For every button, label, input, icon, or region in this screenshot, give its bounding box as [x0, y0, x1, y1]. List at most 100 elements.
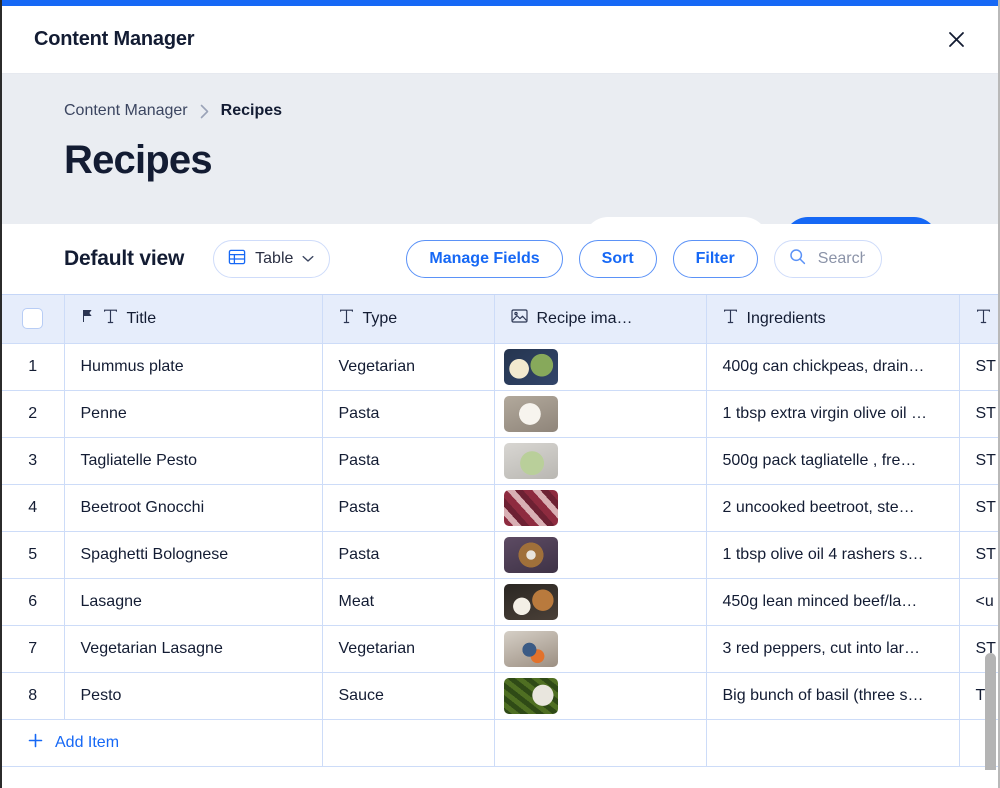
cell-type[interactable]: Pasta	[322, 437, 495, 485]
sort-button[interactable]: Sort	[578, 240, 657, 278]
table-row[interactable]: 4 Beetroot Gnocchi Pasta 2 uncooked beet…	[2, 484, 998, 532]
cell-next[interactable]: ST	[959, 390, 998, 438]
hummus-plate-thumbnail	[503, 348, 558, 385]
cell-recipe-image[interactable]	[494, 531, 707, 579]
column-header-type-label: Type	[362, 309, 398, 327]
cell-type[interactable]: Vegetarian	[322, 625, 495, 673]
cell-recipe-image[interactable]	[494, 343, 707, 391]
page-header: Content Manager Recipes Recipes More Act…	[2, 74, 998, 265]
column-header-ingredients[interactable]: Ingredients	[706, 295, 960, 344]
add-item-filler	[494, 719, 707, 767]
cell-title[interactable]: Tagliatelle Pesto	[64, 437, 323, 485]
breadcrumb-parent[interactable]: Content Manager	[64, 102, 188, 120]
cell-ingredients[interactable]: 500g pack tagliatelle , fre…	[706, 437, 960, 485]
cell-type[interactable]: Pasta	[322, 390, 495, 438]
cell-ingredients[interactable]: 2 uncooked beetroot, ste…	[706, 484, 960, 532]
view-type-selector[interactable]: Table	[213, 240, 331, 278]
select-all-checkbox[interactable]	[22, 308, 44, 330]
cell-ingredients[interactable]: 1 tbsp olive oil 4 rashers s…	[706, 531, 960, 579]
cell-next[interactable]: <u	[959, 578, 998, 626]
breadcrumb-current: Recipes	[220, 102, 283, 119]
column-header-recipe-image-label: Recipe ima…	[536, 309, 633, 327]
cell-next[interactable]: ST	[959, 343, 998, 391]
table-row[interactable]: 8 Pesto Sauce Big bunch of basil (three …	[2, 672, 998, 720]
page-title: Recipes	[64, 138, 213, 182]
search-box[interactable]	[773, 240, 882, 278]
add-item-filler	[322, 719, 495, 767]
vertical-scrollbar[interactable]	[985, 653, 996, 770]
cell-recipe-image[interactable]	[494, 484, 707, 532]
chevron-down-icon	[302, 250, 314, 268]
column-header-title-label: Title	[126, 309, 157, 327]
search-icon	[789, 248, 806, 270]
close-icon[interactable]	[938, 22, 974, 58]
cell-recipe-image[interactable]	[494, 437, 707, 485]
text-field-icon	[976, 309, 991, 329]
plus-icon	[28, 733, 43, 752]
add-item-cell[interactable]: Add Item	[2, 719, 323, 767]
cell-recipe-image[interactable]	[494, 672, 707, 720]
cell-title[interactable]: Pesto	[64, 672, 323, 720]
cell-ingredients[interactable]: 400g can chickpeas, drain…	[706, 343, 960, 391]
content-manager-window: Content Manager Content Manager Recipes …	[0, 0, 1000, 788]
search-input[interactable]	[815, 249, 867, 269]
text-field-icon	[103, 309, 118, 329]
row-number: 5	[2, 531, 65, 579]
cell-title[interactable]: Penne	[64, 390, 323, 438]
manage-fields-button[interactable]: Manage Fields	[406, 240, 563, 278]
table-row[interactable]: 6 Lasagne Meat 450g lean minced beef/la……	[2, 578, 998, 626]
cell-title[interactable]: Spaghetti Bolognese	[64, 531, 323, 579]
row-number: 7	[2, 625, 65, 673]
cell-title[interactable]: Vegetarian Lasagne	[64, 625, 323, 673]
cell-type[interactable]: Sauce	[322, 672, 495, 720]
flag-icon	[81, 309, 94, 328]
cell-ingredients[interactable]: Big bunch of basil (three s…	[706, 672, 960, 720]
cell-title[interactable]: Beetroot Gnocchi	[64, 484, 323, 532]
lasagne-thumbnail	[503, 583, 558, 620]
table-row[interactable]: 3 Tagliatelle Pesto Pasta 500g pack tagl…	[2, 437, 998, 485]
view-toolbar: Default view Table Manage Fields Sort Fi…	[2, 224, 998, 294]
row-number: 8	[2, 672, 65, 720]
table-icon	[228, 248, 246, 271]
column-header-ingredients-label: Ingredients	[746, 309, 826, 327]
add-item-row[interactable]: Add Item	[2, 719, 998, 767]
tagliatelle-pesto-thumbnail	[503, 442, 558, 479]
cell-ingredients[interactable]: 3 red peppers, cut into lar…	[706, 625, 960, 673]
breadcrumb: Content Manager Recipes	[64, 100, 966, 122]
cell-recipe-image[interactable]	[494, 625, 707, 673]
cell-next[interactable]: ST	[959, 484, 998, 532]
chevron-right-icon	[200, 104, 209, 119]
cell-recipe-image[interactable]	[494, 390, 707, 438]
cell-recipe-image[interactable]	[494, 578, 707, 626]
cell-ingredients[interactable]: 450g lean minced beef/la…	[706, 578, 960, 626]
cell-title[interactable]: Hummus plate	[64, 343, 323, 391]
cell-type[interactable]: Vegetarian	[322, 343, 495, 391]
filter-button[interactable]: Filter	[672, 240, 758, 278]
penne-thumbnail	[503, 395, 558, 432]
cell-next[interactable]: ST	[959, 437, 998, 485]
column-header-type[interactable]: Type	[322, 295, 495, 344]
table-row[interactable]: 5 Spaghetti Bolognese Pasta 1 tbsp olive…	[2, 531, 998, 579]
pesto-thumbnail	[503, 677, 558, 714]
table-row[interactable]: 2 Penne Pasta 1 tbsp extra virgin olive …	[2, 390, 998, 438]
text-field-icon	[339, 309, 354, 329]
add-item-row-label: Add Item	[55, 733, 120, 751]
cell-type[interactable]: Pasta	[322, 531, 495, 579]
column-header-next[interactable]	[959, 295, 998, 344]
cell-next[interactable]: ST	[959, 531, 998, 579]
cell-type[interactable]: Meat	[322, 578, 495, 626]
cell-title[interactable]: Lasagne	[64, 578, 323, 626]
table-body: 1 Hummus plate Vegetarian 400g can chick…	[2, 343, 998, 767]
view-type-label: Table	[255, 250, 294, 267]
row-number: 6	[2, 578, 65, 626]
cell-type[interactable]: Pasta	[322, 484, 495, 532]
spaghetti-bolognese-thumbnail	[503, 536, 558, 573]
select-all-header[interactable]	[2, 295, 65, 344]
table-row[interactable]: 7 Vegetarian Lasagne Vegetarian 3 red pe…	[2, 625, 998, 673]
column-header-title[interactable]: Title	[64, 295, 323, 344]
data-grid: Title Type Recipe ima… Ingredients 1 Hum…	[2, 294, 998, 770]
cell-ingredients[interactable]: 1 tbsp extra virgin olive oil …	[706, 390, 960, 438]
row-number: 3	[2, 437, 65, 485]
table-row[interactable]: 1 Hummus plate Vegetarian 400g can chick…	[2, 343, 998, 391]
column-header-recipe-image[interactable]: Recipe ima…	[494, 295, 707, 344]
